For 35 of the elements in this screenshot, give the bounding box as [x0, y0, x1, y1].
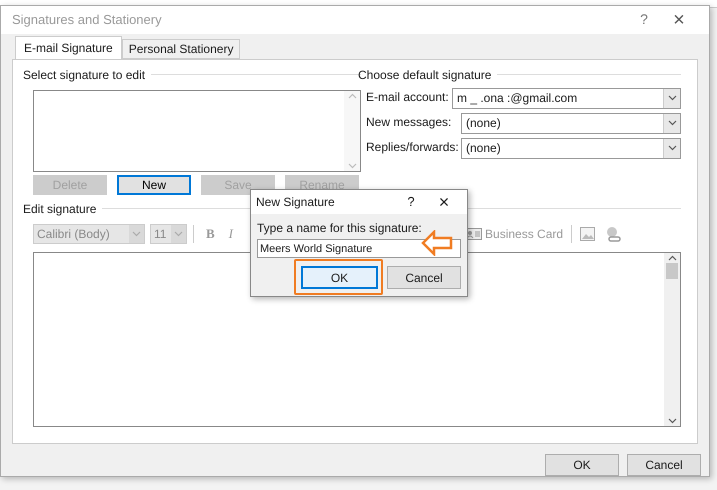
- section-heading: Select signature to edit: [23, 66, 146, 84]
- chevron-down-icon: [129, 224, 144, 243]
- picture-icon: [580, 226, 596, 241]
- popup-title: New Signature: [256, 194, 335, 211]
- dropdown[interactable]: m _ .ona :@gmail.com: [452, 88, 681, 109]
- field-label: E-mail account:: [366, 88, 450, 106]
- prompt-label: Type a name for this signature:: [257, 220, 422, 237]
- field-label: Replies/forwards:: [366, 138, 460, 156]
- dropdown[interactable]: (none): [461, 138, 681, 159]
- left-arrow-icon: [421, 230, 453, 256]
- section-heading: Edit signature: [23, 200, 96, 218]
- chevron-down-icon: [663, 114, 680, 133]
- signature-button[interactable]: New: [117, 174, 191, 195]
- help-button[interactable]: ?: [629, 9, 659, 30]
- tab[interactable]: Personal Stationery: [122, 38, 240, 59]
- dialog-button[interactable]: OK: [545, 454, 619, 476]
- field-label: New messages:: [366, 114, 452, 131]
- close-button[interactable]: ×: [421, 193, 467, 211]
- scrollbar-thumb[interactable]: [666, 262, 678, 279]
- globe-link-icon: [605, 226, 622, 242]
- cancel-button[interactable]: Cancel: [387, 266, 461, 289]
- dialog-button[interactable]: Cancel: [627, 454, 701, 476]
- section-heading: Choose default signature: [358, 66, 492, 84]
- tab[interactable]: E-mail Signature: [15, 36, 122, 60]
- chevron-down-icon: [171, 224, 186, 243]
- dropdown[interactable]: (none): [461, 112, 681, 134]
- close-button[interactable]: ×: [659, 10, 699, 30]
- ok-button[interactable]: OK: [301, 266, 378, 289]
- name-input-field[interactable]: Meers World Signature: [257, 239, 461, 258]
- chevron-down-icon: [663, 138, 680, 158]
- chevron-up-icon[interactable]: [668, 254, 676, 261]
- window-title: Signatures and Stationery: [12, 11, 163, 30]
- chevron-down-icon[interactable]: [668, 418, 676, 424]
- chevron-down-icon: [663, 88, 680, 108]
- help-button[interactable]: ?: [401, 192, 421, 212]
